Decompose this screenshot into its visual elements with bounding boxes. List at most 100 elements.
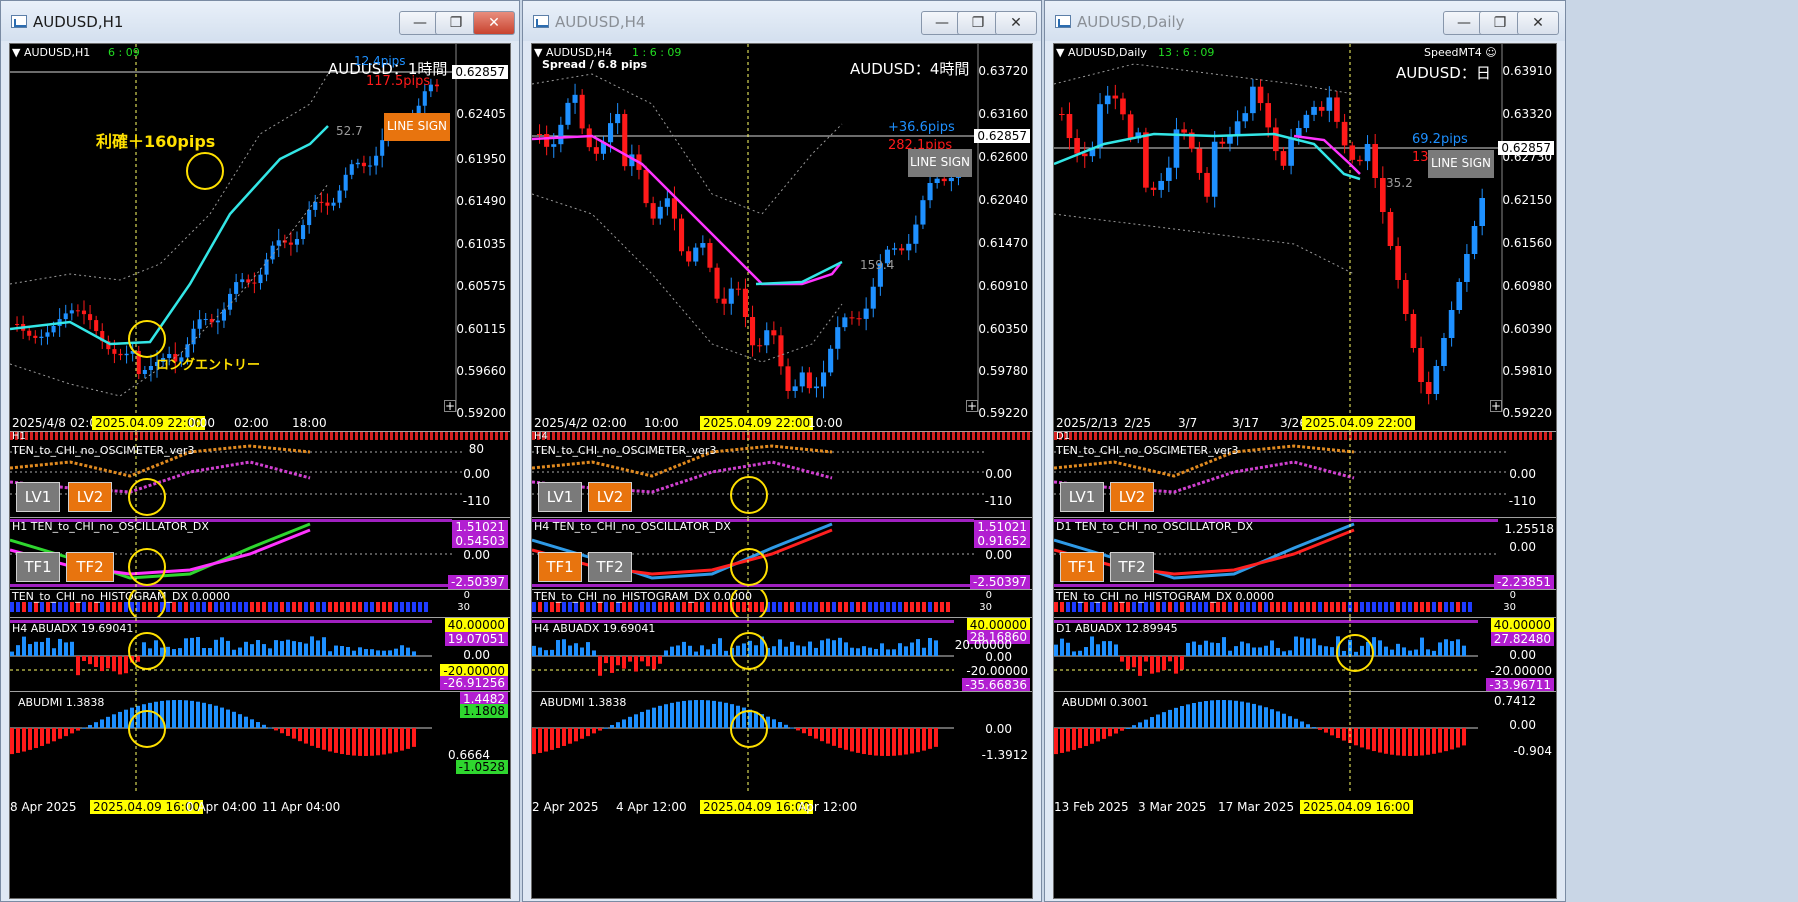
time-tick: 3/17 xyxy=(1232,416,1259,430)
maximize-button[interactable]: ❐ xyxy=(435,11,477,35)
zoom-icon[interactable]: + xyxy=(444,400,456,412)
abudmi-panel[interactable]: ABUDMI 1.3838 1.4482 1.1808 0.6664 -1.05… xyxy=(10,692,510,792)
abuadx-panel[interactable]: H4 ABUADX 19.69041 40.00000 28.16860 20.… xyxy=(532,618,1032,692)
title-bar[interactable]: AUDUSD,H1 — ❐ ✕ xyxy=(1,1,519,41)
title-bar[interactable]: AUDUSD,H4 — ❐ ✕ xyxy=(523,1,1041,41)
adx-bar xyxy=(880,643,884,656)
tick-bar xyxy=(1329,432,1332,440)
adx-bar xyxy=(790,641,794,656)
abudmi-panel[interactable]: ABUDMI 0.3001 0.7412 0.00 -0.904 xyxy=(1054,692,1556,792)
candle xyxy=(643,169,649,204)
dmi-bar xyxy=(1300,721,1304,728)
histogram-bar xyxy=(1426,602,1430,612)
dmi-bar xyxy=(1096,728,1100,742)
lv2-button[interactable]: LV2 xyxy=(1110,482,1154,512)
chart-window-h4[interactable]: AUDUSD,H4 — ❐ ✕ ▼ AUDUSD,H4 1 : 6 : 09 S… xyxy=(522,0,1042,902)
price-panel[interactable]: ▼ AUDUSD,H1 6 : 09 AUDUSD：1時間 12.4pips 1… xyxy=(10,44,510,432)
signal-circle-marker xyxy=(128,478,166,516)
chart-area[interactable]: ▼ AUDUSD,Daily 13 : 6 : 09 SpeedMT4 ☺ AU… xyxy=(1053,43,1557,899)
dmi-bar xyxy=(250,719,254,728)
dmi-bar xyxy=(1312,727,1316,729)
price-panel[interactable]: ▼ AUDUSD,H4 1 : 6 : 09 Spread / 6.8 pips… xyxy=(532,44,1032,432)
histogram-panel[interactable]: TEN_to_CHI_no_HISTOGRAM_DX 0.0000 0 30 xyxy=(1054,590,1556,618)
histogram-panel[interactable]: TEN_to_CHI_no_HISTOGRAM_DX 0.0000 0 30 xyxy=(10,590,510,618)
chart-area[interactable]: ▼ AUDUSD,H1 6 : 09 AUDUSD：1時間 12.4pips 1… xyxy=(9,43,511,899)
tick-bar xyxy=(430,432,433,440)
adx-bar xyxy=(400,645,404,656)
chart-area[interactable]: ▼ AUDUSD,H4 1 : 6 : 09 Spread / 6.8 pips… xyxy=(531,43,1033,899)
abuadx-panel[interactable]: D1 ABUADX 12.89945 40.00000 27.82480 0.0… xyxy=(1054,618,1556,692)
zoom-icon[interactable]: + xyxy=(1490,400,1502,412)
histogram-bar xyxy=(910,602,914,612)
oscillator-dx-panel[interactable]: H1 TEN_to_CHI_no_OSCILLATOR_DX 1.51021 0… xyxy=(10,518,510,590)
chart-window-h1[interactable]: AUDUSD,H1 — ❐ ✕ ▼ AUDUSD,H1 6 : 09 AUDUS… xyxy=(0,0,520,902)
tick-bar xyxy=(1144,432,1147,440)
tick-bar xyxy=(1234,432,1237,440)
time-tick: 2025/2/13 xyxy=(1056,416,1118,430)
oscimeter-panel[interactable]: TEN_to_CHI_no_OSCIMETER_ver3 H1 80 0.00 … xyxy=(10,432,510,518)
maximize-button[interactable]: ❐ xyxy=(1479,11,1521,35)
histogram-bar xyxy=(1444,602,1448,612)
zoom-icon[interactable]: + xyxy=(966,400,978,412)
candle xyxy=(735,288,741,290)
close-button[interactable]: ✕ xyxy=(1517,11,1559,35)
lv1-button[interactable]: LV1 xyxy=(1060,482,1104,512)
tick-bar xyxy=(667,432,670,440)
histogram-bar xyxy=(1186,602,1190,612)
histogram-panel[interactable]: TEN_to_CHI_no_HISTOGRAM_DX 0.0000 0 30 xyxy=(532,590,1032,618)
candle xyxy=(1166,167,1172,181)
tf2-button[interactable]: TF2 xyxy=(588,552,632,582)
title-bar[interactable]: AUDUSD,Daily — ❐ ✕ xyxy=(1045,1,1565,41)
close-button[interactable]: ✕ xyxy=(473,11,515,35)
maximize-button[interactable]: ❐ xyxy=(957,11,999,35)
dmi-bar xyxy=(226,709,230,728)
time-tick: 10:00 xyxy=(644,416,679,430)
candle xyxy=(835,327,841,349)
axis-tick: 80 xyxy=(468,442,484,456)
abudmi-panel[interactable]: ABUDMI 1.3838 0.00 -1.3912 xyxy=(532,692,1032,792)
tick-bar xyxy=(827,432,830,440)
tf1-button[interactable]: TF1 xyxy=(1060,552,1104,582)
dmi-bar xyxy=(1318,728,1322,730)
adx-bar xyxy=(226,640,230,656)
tf2-button[interactable]: TF2 xyxy=(66,552,114,582)
chart-window-daily[interactable]: AUDUSD,Daily — ❐ ✕ ▼ AUDUSD,Daily 13 : 6… xyxy=(1044,0,1566,902)
price-panel[interactable]: ▼ AUDUSD,Daily 13 : 6 : 09 SpeedMT4 ☺ AU… xyxy=(1054,44,1556,432)
dmi-bar xyxy=(28,728,32,750)
candle xyxy=(622,114,628,167)
adx-bar xyxy=(1390,649,1394,656)
abuadx-panel[interactable]: H4 ABUADX 19.69041 40.00000 19.07051 0.0… xyxy=(10,618,510,692)
oscimeter-panel[interactable]: TEN_to_CHI_no_OSCIMETER_ver3 H4 0.00 -11… xyxy=(532,432,1032,518)
tick-bar xyxy=(722,432,725,440)
candle xyxy=(565,102,571,125)
close-button[interactable]: ✕ xyxy=(995,11,1037,35)
dmi-bar xyxy=(286,728,290,736)
oscillator-dx-panel[interactable]: D1 TEN_to_CHI_no_OSCILLATOR_DX 1.25518 0… xyxy=(1054,518,1556,590)
tick-bar xyxy=(145,432,148,440)
symbol-label: ▼ AUDUSD,H1 xyxy=(12,46,91,59)
lv1-button[interactable]: LV1 xyxy=(16,482,60,512)
line-sign-button[interactable]: LINE SIGN xyxy=(908,149,972,177)
line-sign-button[interactable]: LINE SIGN xyxy=(1428,150,1494,178)
tf1-button[interactable]: TF1 xyxy=(16,552,60,582)
lv2-button[interactable]: LV2 xyxy=(68,482,112,512)
line-sign-button[interactable]: LINE SIGN xyxy=(384,113,450,141)
adx-bar xyxy=(100,656,104,672)
oscimeter-panel[interactable]: TEN_to_CHI_no_OSCIMETER_ver3 D1 0.00 -11… xyxy=(1054,432,1556,518)
histogram-bar xyxy=(880,602,884,612)
dmi-bar xyxy=(832,728,836,746)
histogram-bar xyxy=(694,602,698,612)
histogram-bar xyxy=(328,602,332,612)
oscillator-dx-panel[interactable]: H4 TEN_to_CHI_no_OSCILLATOR_DX 1.51021 0… xyxy=(532,518,1032,590)
dmi-bar xyxy=(868,728,872,755)
tf1-button[interactable]: TF1 xyxy=(538,552,582,582)
dmi-bar xyxy=(796,728,800,731)
candle xyxy=(1242,113,1249,122)
lv2-button[interactable]: LV2 xyxy=(588,482,632,512)
tick-bar xyxy=(572,432,575,440)
histogram-bar xyxy=(874,602,878,612)
tf2-button[interactable]: TF2 xyxy=(1110,552,1154,582)
tick-bar xyxy=(687,432,690,440)
lv1-button[interactable]: LV1 xyxy=(538,482,582,512)
candle xyxy=(1097,104,1103,148)
